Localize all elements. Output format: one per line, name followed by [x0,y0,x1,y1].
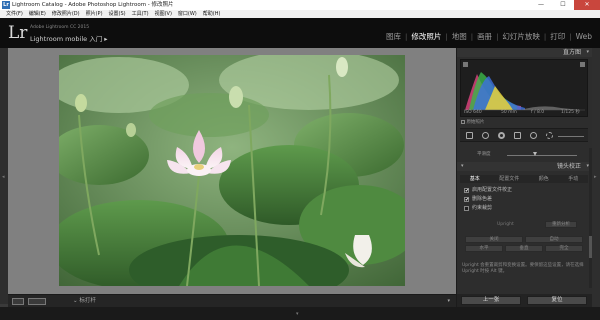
upright-vertical-button[interactable]: 垂直 [505,245,543,252]
flag-toolbar-label[interactable]: ⌄ 标打杆 [73,297,96,306]
expand-left-panel-icon[interactable]: ◂ [2,174,5,180]
window-title: Lightroom Catalog - Adobe Photoshop Ligh… [12,2,174,8]
menu-item[interactable]: 文件(F) [3,10,26,18]
remove-chromatic-aberration-row[interactable]: ✔ 删除色差 [464,196,492,203]
version-label: Adobe Lightroom CC 2015 [30,25,90,30]
smoothness-slider-thumb[interactable] [533,152,537,156]
app-icon: Lr [2,1,10,9]
module-tab[interactable]: 修改照片 [407,32,445,42]
module-tab[interactable]: 画册 [473,32,496,42]
crop-tool-icon[interactable] [466,132,473,139]
lens-correction-title: 镜头校正 [556,163,581,170]
maximize-button[interactable]: ☐ [552,0,574,10]
menu-item[interactable]: 帮助(H) [200,10,224,18]
adjustment-brush-icon[interactable] [546,132,553,139]
collapse-triangle-icon[interactable]: ▾ [586,48,589,57]
profile-corrections-checkbox[interactable]: ✔ [464,188,469,194]
profile-corrections-label: 启用配置文件校正 [472,187,513,193]
histogram[interactable]: ISO 640 50 mm f / 8.0 1/125 秒 [460,59,588,117]
previous-button[interactable]: 上一张 [461,296,521,305]
left-panel-collapsed[interactable]: ◂ [0,48,8,304]
histogram-title: 直方图 [562,49,581,56]
original-photo-checkbox[interactable] [461,119,465,124]
panel-button-row: 上一张 复位 [457,294,593,307]
original-photo-row[interactable]: 原始照片 [461,119,484,125]
original-photo-label: 原始照片 [466,120,485,125]
panel-toggle-icon[interactable]: ▾ [461,162,464,171]
upright-label: Upright [497,222,514,227]
filmstrip-collapsed[interactable]: ▾ [0,307,600,320]
module-tab[interactable]: 幻灯片放映 [498,32,544,42]
close-button[interactable]: ✕ [574,0,600,10]
menu-bar: 文件(F) 编辑(E) 修改照片(D) 照片(P) 设置(S) 工具(T) 视图(V) 窗口(… [0,10,600,18]
menu-item[interactable]: 工具(T) [129,10,152,18]
lens-correction-tabs: 基本 配置文件 颜色 手动 [460,175,588,183]
develop-tool-strip [460,128,588,142]
expand-filmstrip-icon[interactable]: ▾ [296,311,299,317]
module-tab[interactable]: 图库 [382,32,405,42]
photo-viewport [8,48,456,294]
remove-chromatic-aberration-checkbox[interactable]: ✔ [464,197,469,203]
menu-item[interactable]: 窗口(W) [175,10,200,18]
loupe-view-button[interactable] [12,298,24,305]
module-picker: 图库 | 修改照片 | 地图 | 画册 | 幻灯片放映 | 打印 | Web [382,32,596,42]
constrain-crop-checkbox[interactable] [464,206,469,211]
upright-full-button[interactable]: 完全 [545,245,583,252]
lightroom-logo: Lr [8,23,28,43]
constrain-crop-row[interactable]: 约束裁剪 [464,205,492,212]
focal-length-readout: 50 mm [501,110,517,115]
spot-removal-tool-icon[interactable] [482,132,489,139]
aperture-readout: f / 8.0 [531,110,545,115]
graduated-filter-icon[interactable] [514,132,521,139]
upright-auto-button[interactable]: 自动 [525,236,583,243]
menu-item[interactable]: 照片(P) [83,10,106,18]
minimize-button[interactable]: — [530,0,552,10]
histogram-header[interactable]: 直方图 ▾ [457,48,593,57]
menu-item[interactable]: 视图(V) [152,10,175,18]
lens-correction-header[interactable]: ▾ 镜头校正 ▾ [457,162,593,171]
before-after-view-button[interactable] [28,298,46,305]
module-tab[interactable]: 地图 [448,32,471,42]
collapse-right-panel-icon[interactable]: ▸ [594,174,597,180]
module-tab[interactable]: Web [572,32,596,42]
lens-tab[interactable]: 基本 [470,175,480,183]
bottom-toolbar: ⌄ 标打杆 ▾ [8,294,456,307]
module-tab[interactable]: 打印 [546,32,569,42]
red-eye-tool-icon[interactable] [498,132,505,139]
chevron-down-icon[interactable]: ▾ [447,298,450,304]
lens-tab[interactable]: 颜色 [539,175,549,183]
right-panel: 直方图 ▾ ISO 640 50 mm f / 8.0 1/125 秒 原始照片… [456,48,593,307]
shadow-clipping-icon[interactable] [463,62,468,67]
menu-item[interactable]: 编辑(E) [26,10,49,18]
menu-item[interactable]: 修改照片(D) [49,10,83,18]
right-edge[interactable]: ▸ [592,48,600,307]
constrain-crop-label: 约束裁剪 [472,205,493,211]
lens-tab[interactable]: 手动 [568,175,578,183]
upright-off-button[interactable]: 关闭 [465,236,523,243]
lotus-image [59,55,405,286]
smoothness-slider[interactable] [507,155,577,156]
radial-filter-icon[interactable] [530,132,537,139]
lens-tab[interactable]: 配置文件 [499,175,519,183]
highlight-clipping-icon[interactable] [580,62,585,67]
tool-slider-track[interactable] [558,136,584,137]
remove-chromatic-aberration-label: 删除色差 [472,196,493,202]
iso-readout: ISO 640 [464,110,482,115]
module-bar: Lr Adobe Lightroom CC 2015 Lightroom mob… [0,18,600,48]
reset-button[interactable]: 复位 [527,296,587,305]
upright-note: Upright 会重置裁剪和变换设置。要保留这些设置，请在选择 Upright … [462,263,584,274]
lotus-photo[interactable] [59,55,405,286]
upright-level-button[interactable]: 水平 [465,245,503,252]
reanalyze-button[interactable]: 重新分析 [545,221,577,228]
shutter-readout: 1/125 秒 [561,110,580,115]
window-titlebar: Lr Lightroom Catalog - Adobe Photoshop L… [0,0,600,10]
profile-corrections-row[interactable]: ✔ 启用配置文件校正 [464,187,512,194]
menu-item[interactable]: 设置(S) [106,10,129,18]
mobile-getting-started-link[interactable]: Lightroom mobile 入门 ▸ [30,33,108,43]
tool-row-label: 平滑度 [477,152,491,157]
